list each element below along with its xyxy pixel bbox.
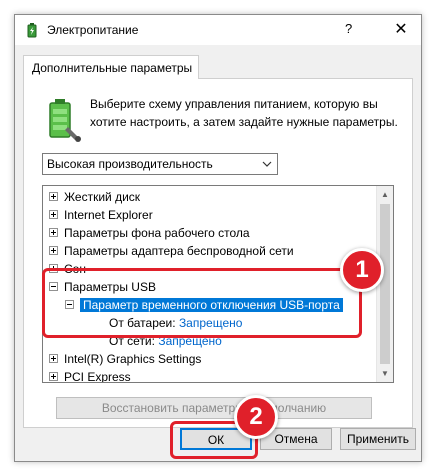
tab-advanced-settings[interactable]: Дополнительные параметры bbox=[23, 55, 199, 79]
help-button[interactable]: ? bbox=[345, 21, 352, 36]
usb-settings-highlight bbox=[42, 268, 362, 338]
expand-icon[interactable] bbox=[49, 372, 58, 382]
expand-icon[interactable] bbox=[49, 228, 58, 238]
battery-icon bbox=[49, 99, 81, 142]
power-options-icon bbox=[27, 23, 37, 38]
power-plan-value: Высокая производительность bbox=[47, 157, 213, 171]
expand-icon[interactable] bbox=[49, 246, 58, 256]
tree-item-wireless-adapter[interactable]: Параметры адаптера беспроводной сети bbox=[49, 242, 294, 260]
chevron-down-icon bbox=[262, 161, 272, 167]
scroll-thumb[interactable] bbox=[380, 204, 390, 364]
title-bar[interactable]: Электропитание ? ✕ bbox=[15, 15, 421, 45]
restore-defaults-button[interactable]: Восстановить параметры по умолчанию bbox=[56, 397, 372, 419]
tree-item-pci-express[interactable]: PCI Express bbox=[49, 368, 131, 382]
annotation-badge-1: 1 bbox=[340, 248, 384, 292]
tree-item-hard-disk[interactable]: Жесткий диск bbox=[49, 188, 140, 206]
power-plan-select[interactable]: Высокая производительность bbox=[42, 153, 278, 175]
expand-icon[interactable] bbox=[49, 210, 58, 220]
annotation-badge-2: 2 bbox=[234, 395, 278, 439]
window-title: Электропитание bbox=[47, 23, 139, 37]
tree-item-desktop-background[interactable]: Параметры фона рабочего стола bbox=[49, 224, 250, 242]
expand-icon[interactable] bbox=[49, 354, 58, 364]
scroll-up-icon[interactable]: ▲ bbox=[377, 186, 393, 203]
description-text: Выберите схему управления питанием, кото… bbox=[90, 97, 398, 129]
power-options-window: Электропитание ? ✕ Дополнительные параме… bbox=[14, 14, 422, 462]
tree-item-intel-graphics[interactable]: Intel(R) Graphics Settings bbox=[49, 350, 201, 368]
scroll-down-icon[interactable]: ▼ bbox=[377, 365, 393, 382]
close-button[interactable]: ✕ bbox=[381, 17, 421, 43]
expand-icon[interactable] bbox=[49, 192, 58, 202]
tree-item-internet-explorer[interactable]: Internet Explorer bbox=[49, 206, 153, 224]
apply-button[interactable]: Применить bbox=[340, 428, 416, 450]
